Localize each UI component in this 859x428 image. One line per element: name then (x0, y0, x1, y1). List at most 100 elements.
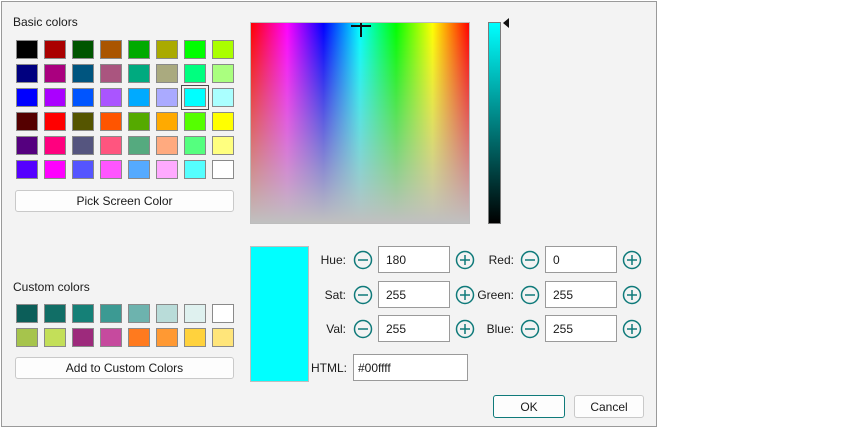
pick-screen-color-button[interactable]: Pick Screen Color (15, 190, 234, 212)
blue-input[interactable]: 255 (545, 315, 617, 342)
color-swatch[interactable] (16, 88, 38, 107)
color-swatch[interactable] (212, 88, 234, 107)
color-swatch[interactable] (72, 88, 94, 107)
blue-label: Blue: (486, 322, 514, 336)
value-slider-arrow-icon[interactable] (503, 18, 509, 28)
add-to-custom-colors-button[interactable]: Add to Custom Colors (15, 357, 234, 379)
color-swatch[interactable] (100, 160, 122, 179)
color-swatch[interactable] (16, 304, 38, 323)
color-swatch[interactable] (212, 304, 234, 323)
green-decrement-icon[interactable] (520, 285, 540, 305)
color-swatch[interactable] (100, 88, 122, 107)
color-swatch[interactable] (44, 304, 66, 323)
color-swatch[interactable] (16, 136, 38, 155)
color-swatch[interactable] (44, 328, 66, 347)
color-swatch[interactable] (72, 136, 94, 155)
color-swatch[interactable] (212, 112, 234, 131)
blue-increment-icon[interactable] (622, 319, 642, 339)
color-swatch[interactable] (184, 64, 206, 83)
green-increment-icon[interactable] (622, 285, 642, 305)
color-swatch[interactable] (72, 64, 94, 83)
red-decrement-icon[interactable] (520, 250, 540, 270)
color-swatch[interactable] (100, 328, 122, 347)
html-label: HTML: (311, 361, 347, 375)
color-swatch[interactable] (184, 160, 206, 179)
color-swatch[interactable] (16, 64, 38, 83)
color-swatch[interactable] (72, 304, 94, 323)
color-swatch[interactable] (128, 136, 150, 155)
color-swatch[interactable] (184, 304, 206, 323)
color-dialog: Basic colors Pick Screen Color Custom co… (1, 1, 657, 427)
color-swatch[interactable] (16, 112, 38, 131)
color-swatch[interactable] (156, 304, 178, 323)
color-swatch[interactable] (184, 136, 206, 155)
color-swatch[interactable] (212, 136, 234, 155)
val-input[interactable]: 255 (378, 315, 450, 342)
color-swatch[interactable] (128, 328, 150, 347)
red-label: Red: (488, 253, 514, 267)
color-swatch[interactable] (44, 64, 66, 83)
cancel-button[interactable]: Cancel (574, 395, 644, 418)
color-swatch[interactable] (44, 136, 66, 155)
custom-colors-grid (16, 304, 234, 347)
hue-saturation-spectrum[interactable] (250, 22, 470, 224)
color-swatch[interactable] (16, 328, 38, 347)
color-swatch[interactable] (156, 328, 178, 347)
color-swatch[interactable] (156, 112, 178, 131)
color-swatch[interactable] (128, 40, 150, 59)
hue-input[interactable]: 180 (378, 246, 450, 273)
color-swatch[interactable] (212, 64, 234, 83)
basic-colors-grid (16, 40, 234, 179)
color-swatch[interactable] (212, 40, 234, 59)
value-slider[interactable] (488, 22, 501, 224)
red-increment-icon[interactable] (622, 250, 642, 270)
html-color-input[interactable]: #00ffff (353, 354, 468, 381)
custom-colors-label: Custom colors (13, 280, 90, 294)
sat-label: Sat: (324, 288, 346, 302)
color-swatch[interactable] (128, 64, 150, 83)
val-label: Val: (326, 322, 346, 336)
color-swatch[interactable] (212, 160, 234, 179)
color-swatch[interactable] (184, 328, 206, 347)
green-label: Green: (477, 288, 514, 302)
color-swatch[interactable] (16, 160, 38, 179)
hue-decrement-icon[interactable] (353, 250, 373, 270)
color-swatch[interactable] (44, 112, 66, 131)
basic-colors-label: Basic colors (13, 15, 78, 29)
ok-button[interactable]: OK (493, 395, 565, 418)
color-swatch[interactable] (72, 40, 94, 59)
color-swatch[interactable] (44, 88, 66, 107)
sat-decrement-icon[interactable] (353, 285, 373, 305)
color-swatch[interactable] (184, 40, 206, 59)
green-input[interactable]: 255 (545, 281, 617, 308)
red-input[interactable]: 0 (545, 246, 617, 273)
color-swatch[interactable] (100, 304, 122, 323)
crosshair-icon (351, 23, 371, 37)
color-swatch[interactable] (100, 64, 122, 83)
color-swatch[interactable] (212, 328, 234, 347)
color-swatch[interactable] (156, 160, 178, 179)
color-swatch[interactable] (100, 40, 122, 59)
color-swatch[interactable] (44, 40, 66, 59)
color-swatch[interactable] (181, 85, 209, 110)
color-swatch[interactable] (100, 112, 122, 131)
color-swatch[interactable] (156, 88, 178, 107)
val-decrement-icon[interactable] (353, 319, 373, 339)
color-swatch[interactable] (128, 88, 150, 107)
blue-decrement-icon[interactable] (520, 319, 540, 339)
color-swatch[interactable] (156, 64, 178, 83)
color-swatch[interactable] (128, 112, 150, 131)
color-swatch[interactable] (72, 160, 94, 179)
color-swatch[interactable] (184, 112, 206, 131)
color-swatch[interactable] (16, 40, 38, 59)
color-swatch[interactable] (156, 40, 178, 59)
sat-input[interactable]: 255 (378, 281, 450, 308)
color-swatch[interactable] (128, 160, 150, 179)
color-swatch[interactable] (44, 160, 66, 179)
color-swatch[interactable] (100, 136, 122, 155)
color-swatch[interactable] (128, 304, 150, 323)
hue-label: Hue: (320, 253, 346, 267)
color-swatch[interactable] (72, 328, 94, 347)
color-swatch[interactable] (72, 112, 94, 131)
color-swatch[interactable] (156, 136, 178, 155)
